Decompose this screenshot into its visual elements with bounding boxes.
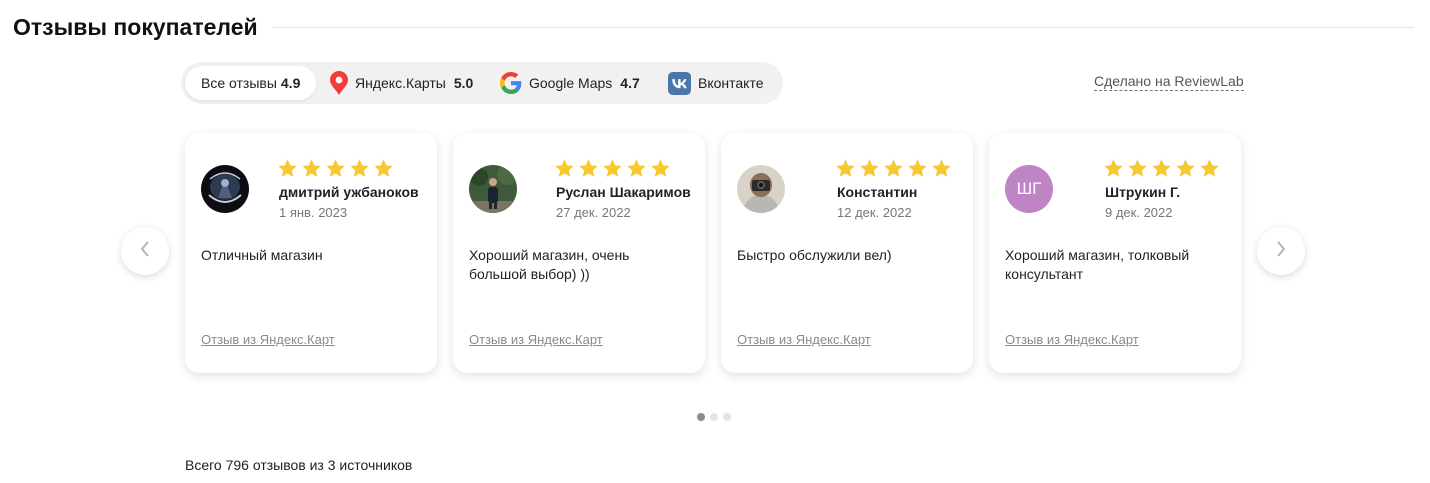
source-filter-bar: Все отзывы 4.9 Яндекс.Карты 5.0 Google M… [181,62,783,104]
carousel-next-button[interactable] [1257,227,1305,275]
star-icon [626,158,647,179]
star-icon [907,158,928,179]
review-text: Быстро обслужили вел) [737,247,892,263]
star-icon [578,158,599,179]
tab-all-reviews[interactable]: Все отзывы 4.9 [185,66,317,100]
tab-label: Google Maps [529,75,613,91]
review-source-link[interactable]: Отзыв из Яндекс.Карт [1005,332,1139,347]
review-date: 12 дек. 2022 [837,205,912,220]
tab-label: Вконтакте [698,75,764,91]
star-icon [883,158,904,179]
review-source-link[interactable]: Отзыв из Яндекс.Карт [201,332,335,347]
chevron-left-icon [138,240,152,263]
vk-icon [668,71,691,95]
review-card: ШГ Штрукин Г. 9 дек. 2022 Хороший магази… [989,133,1241,373]
review-author: Константин [837,184,918,200]
review-card: дмитрий ужбаноков 1 янв. 2023 Отличный м… [185,133,437,373]
review-date: 9 дек. 2022 [1105,205,1173,220]
pagination-dot[interactable] [710,413,718,421]
rating-stars [835,158,952,179]
tab-rating: 4.7 [620,75,640,91]
star-icon [373,158,394,179]
star-icon [650,158,671,179]
rating-stars [277,158,394,179]
review-date: 27 дек. 2022 [556,205,631,220]
review-author: Руслан Шакаримов [556,184,691,200]
rating-stars [1103,158,1220,179]
pagination-dot[interactable] [697,413,705,421]
tab-google-maps[interactable]: Google Maps 4.7 [500,66,640,100]
page-title: Отзывы покупателей [13,14,258,40]
tab-rating: 5.0 [453,75,474,91]
star-icon [931,158,952,179]
review-card: Константин 12 дек. 2022 Быстро обслужили… [721,133,973,373]
rating-stars [554,158,671,179]
made-with-reviewlab-link[interactable]: Сделано на ReviewLab [1094,73,1244,91]
yandex-maps-pin-icon [330,71,348,95]
star-icon [277,158,298,179]
star-icon [554,158,575,179]
page-header: Отзывы покупателей [13,12,1414,42]
star-icon [1175,158,1196,179]
star-icon [301,158,322,179]
review-source-link[interactable]: Отзыв из Яндекс.Карт [469,332,603,347]
star-icon [1103,158,1124,179]
star-icon [1199,158,1220,179]
total-reviews-summary: Всего 796 отзывов из 3 источников [185,457,413,473]
review-text: Отличный магазин [201,247,323,263]
review-author: Штрукин Г. [1105,184,1181,200]
review-card: Руслан Шакаримов 27 дек. 2022 Хороший ма… [453,133,705,373]
avatar [201,165,249,213]
star-icon [1151,158,1172,179]
review-author: дмитрий ужбаноков [279,184,419,200]
star-icon [602,158,623,179]
tab-label: Яндекс.Карты [355,75,446,91]
review-date: 1 янв. 2023 [279,205,348,220]
star-icon [835,158,856,179]
pagination-dot[interactable] [723,413,731,421]
tab-yandex-maps[interactable]: Яндекс.Карты 5.0 [330,66,473,100]
avatar: ШГ [1005,165,1053,213]
review-text: Хороший магазин, очень большой выбор) )) [469,247,630,282]
review-text: Хороший магазин, толковый консультант [1005,247,1190,282]
google-icon [500,72,522,94]
tab-label: Все отзывы [201,75,277,91]
star-icon [325,158,346,179]
star-icon [859,158,880,179]
star-icon [349,158,370,179]
star-icon [1127,158,1148,179]
carousel-prev-button[interactable] [121,227,169,275]
avatar [469,165,517,213]
carousel-pagination [697,413,731,421]
tab-rating: 4.9 [280,75,301,91]
review-source-link[interactable]: Отзыв из Яндекс.Карт [737,332,871,347]
chevron-right-icon [1274,240,1288,263]
tab-vkontakte[interactable]: Вконтакте [668,66,764,100]
avatar [737,165,785,213]
header-divider [273,27,1414,28]
